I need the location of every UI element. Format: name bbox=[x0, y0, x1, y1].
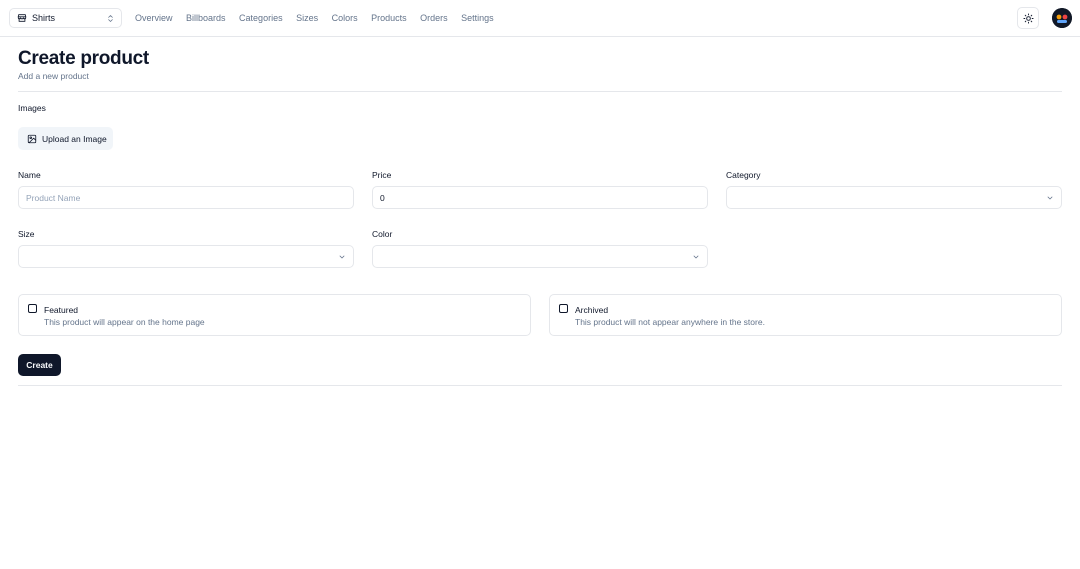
name-field[interactable] bbox=[18, 186, 354, 209]
price-label: Price bbox=[372, 170, 392, 180]
store-switcher[interactable]: Shirts bbox=[9, 8, 122, 28]
upload-image-button[interactable]: Upload an Image bbox=[18, 127, 113, 150]
archived-title: Archived bbox=[575, 305, 609, 315]
chevron-down-icon bbox=[692, 253, 700, 261]
chevron-down-icon bbox=[1046, 194, 1054, 202]
nav-colors[interactable]: Colors bbox=[332, 13, 358, 23]
images-label: Images bbox=[18, 103, 46, 113]
store-switcher-label: Shirts bbox=[32, 13, 56, 23]
size-label: Size bbox=[18, 229, 35, 239]
featured-description: This product will appear on the home pag… bbox=[44, 317, 205, 327]
nav-products[interactable]: Products bbox=[371, 13, 407, 23]
main-nav: Overview Billboards Categories Sizes Col… bbox=[135, 13, 507, 23]
upload-image-label: Upload an Image bbox=[42, 133, 107, 144]
top-navbar: Shirts Overview Billboards Categories Si… bbox=[0, 0, 1080, 37]
sun-icon bbox=[1022, 12, 1034, 24]
nav-orders[interactable]: Orders bbox=[420, 13, 448, 23]
page-title: Create product bbox=[18, 48, 149, 69]
store-icon bbox=[17, 13, 27, 23]
nav-sizes[interactable]: Sizes bbox=[296, 13, 318, 23]
nav-categories[interactable]: Categories bbox=[239, 13, 283, 23]
image-plus-icon bbox=[27, 134, 37, 144]
nav-overview[interactable]: Overview bbox=[135, 13, 173, 23]
name-label: Name bbox=[18, 170, 41, 180]
create-button[interactable]: Create bbox=[18, 354, 61, 376]
archived-description: This product will not appear anywhere in… bbox=[575, 317, 765, 327]
archived-checkbox[interactable] bbox=[559, 304, 568, 313]
featured-card: Featured This product will appear on the… bbox=[18, 294, 531, 336]
chevrons-up-down-icon bbox=[106, 13, 115, 24]
name-input[interactable] bbox=[26, 192, 353, 203]
nav-settings[interactable]: Settings bbox=[461, 13, 494, 23]
footer-divider bbox=[18, 385, 1062, 386]
color-label: Color bbox=[372, 229, 393, 239]
featured-checkbox[interactable] bbox=[28, 304, 37, 313]
size-select[interactable] bbox=[18, 245, 354, 268]
avatar-icon bbox=[1052, 8, 1072, 28]
chevron-down-icon bbox=[338, 253, 346, 261]
header-divider bbox=[18, 91, 1062, 92]
color-select[interactable] bbox=[372, 245, 708, 268]
featured-title: Featured bbox=[44, 305, 79, 315]
category-select[interactable] bbox=[726, 186, 1062, 209]
category-label: Category bbox=[726, 170, 761, 180]
nav-billboards[interactable]: Billboards bbox=[186, 13, 226, 23]
price-field[interactable] bbox=[372, 186, 708, 209]
page-description: Add a new product bbox=[18, 71, 89, 81]
theme-toggle-button[interactable] bbox=[1017, 7, 1039, 29]
user-avatar[interactable] bbox=[1052, 8, 1072, 28]
archived-card: Archived This product will not appear an… bbox=[549, 294, 1062, 336]
price-input[interactable] bbox=[380, 192, 707, 203]
